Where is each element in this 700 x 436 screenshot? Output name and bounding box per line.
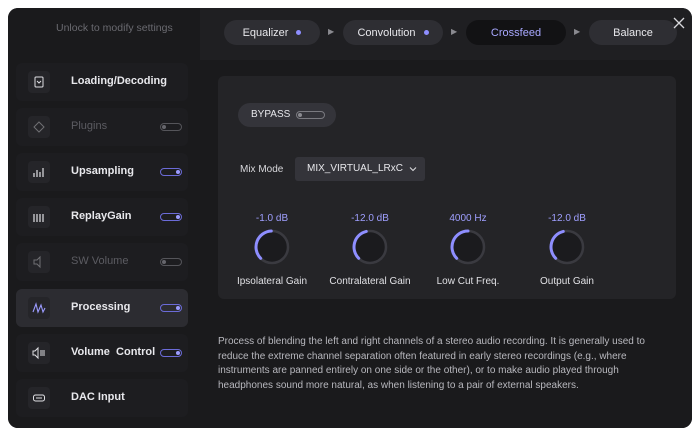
toggle-knob bbox=[162, 125, 166, 129]
tab-equalizer[interactable]: Equalizer bbox=[224, 20, 320, 45]
crossfeed-settings: BYPASS Mix Mode MIX_VIRTUAL_LRxC -1.0 dB… bbox=[200, 60, 692, 428]
knob-contralateral-gain[interactable]: -12.0 dB Contralateral Gain bbox=[320, 213, 420, 287]
plugins-toggle[interactable] bbox=[160, 123, 182, 131]
unlock-hint[interactable]: Unlock to modify settings bbox=[56, 22, 186, 35]
file-decode-icon bbox=[28, 71, 50, 93]
chevron-down-icon bbox=[409, 167, 417, 172]
sidebar-item-loading-decoding[interactable]: Loading/Decoding bbox=[16, 63, 188, 101]
tab-label: Equalizer bbox=[242, 26, 289, 39]
knob-label: Output Gain bbox=[540, 276, 594, 287]
knob-dial-icon bbox=[254, 229, 290, 265]
sidebar-item-label: DAC Input bbox=[71, 391, 125, 403]
knob-value: 4000 Hz bbox=[449, 213, 487, 224]
bypass-label: BYPASS bbox=[251, 109, 291, 120]
sidebar-item-label: Upsampling bbox=[71, 165, 134, 177]
pipeline-header: Equalizer ▶ Convolution ▶ Crossfeed ▶ Ba… bbox=[200, 8, 692, 60]
knob-output-gain[interactable]: -12.0 dB Output Gain bbox=[517, 213, 617, 287]
tab-label: Convolution bbox=[357, 26, 416, 39]
enabled-dot-icon bbox=[423, 30, 429, 35]
sidebar-item-label: ReplayGain bbox=[71, 210, 132, 222]
tab-convolution[interactable]: Convolution bbox=[343, 20, 443, 45]
arrow-right-icon: ▶ bbox=[451, 27, 458, 36]
sidebar-item-volume-control[interactable]: Volume Control bbox=[16, 334, 188, 372]
plugin-icon bbox=[28, 116, 50, 138]
knob-dial-icon bbox=[450, 229, 486, 265]
sidebar-item-label: Plugins bbox=[71, 120, 108, 132]
mix-mode-label: Mix Mode bbox=[240, 164, 284, 175]
upsampling-toggle[interactable] bbox=[160, 168, 182, 176]
knob-dial-icon bbox=[549, 229, 585, 265]
sidebar-item-label: Processing bbox=[71, 301, 131, 313]
crossfeed-panel: BYPASS Mix Mode MIX_VIRTUAL_LRxC -1.0 dB… bbox=[218, 76, 676, 299]
toggle-knob bbox=[176, 215, 180, 219]
sw-volume-toggle[interactable] bbox=[160, 258, 182, 266]
volume-control-toggle[interactable] bbox=[160, 349, 182, 357]
arrow-right-icon: ▶ bbox=[574, 27, 581, 36]
knob-ipsolateral-gain[interactable]: -1.0 dB Ipsolateral Gain bbox=[222, 213, 322, 287]
mix-mode-select[interactable]: MIX_VIRTUAL_LRxC bbox=[295, 157, 425, 181]
sidebar-item-label: Loading/Decoding bbox=[71, 75, 167, 87]
toggle-knob bbox=[298, 113, 302, 117]
toggle-knob bbox=[176, 351, 180, 355]
replaygain-toggle[interactable] bbox=[160, 213, 182, 221]
crossfeed-description: Process of blending the left and right c… bbox=[218, 336, 645, 391]
tab-balance[interactable]: Balance bbox=[589, 20, 677, 45]
sidebar-item-label: Volume Control bbox=[71, 346, 156, 358]
sidebar-item-sw-volume[interactable]: SW Volume bbox=[16, 243, 188, 281]
sidebar-item-upsampling[interactable]: Upsampling bbox=[16, 153, 188, 191]
knob-low-cut-freq[interactable]: 4000 Hz Low Cut Freq. bbox=[418, 213, 518, 287]
tab-label: Crossfeed bbox=[490, 26, 542, 39]
tab-label: Balance bbox=[613, 26, 653, 39]
knob-dial-icon bbox=[352, 229, 388, 265]
bypass-toggle[interactable] bbox=[296, 111, 325, 119]
speaker-icon bbox=[28, 251, 50, 273]
sidebar-item-label: SW Volume bbox=[71, 255, 129, 267]
sidebar-item-plugins[interactable]: Plugins bbox=[16, 108, 188, 146]
knob-value: -12.0 dB bbox=[548, 213, 586, 224]
sidebar-item-replaygain[interactable]: ReplayGain bbox=[16, 198, 188, 236]
processing-toggle[interactable] bbox=[160, 304, 182, 312]
knob-value: -12.0 dB bbox=[351, 213, 389, 224]
sidebar-item-processing[interactable]: Processing bbox=[16, 289, 188, 327]
dac-icon bbox=[28, 387, 50, 409]
sidebar: Unlock to modify settings Loading/Decodi… bbox=[8, 8, 200, 428]
tab-crossfeed[interactable]: Crossfeed bbox=[466, 20, 566, 45]
app-window: Unlock to modify settings Loading/Decodi… bbox=[8, 8, 692, 428]
enabled-dot-icon bbox=[296, 30, 302, 35]
arrow-right-icon: ▶ bbox=[328, 27, 335, 36]
toggle-knob bbox=[176, 170, 180, 174]
toggle-knob bbox=[176, 306, 180, 310]
bypass-button[interactable]: BYPASS bbox=[238, 103, 336, 127]
bars-icon bbox=[28, 206, 50, 228]
mix-mode-value: MIX_VIRTUAL_LRxC bbox=[307, 163, 403, 174]
knob-value: -1.0 dB bbox=[255, 213, 289, 224]
waveform-icon bbox=[28, 297, 50, 319]
close-icon[interactable] bbox=[672, 16, 686, 30]
sidebar-item-dac-input[interactable]: DAC Input bbox=[16, 379, 188, 417]
toggle-knob bbox=[162, 260, 166, 264]
volume-control-icon bbox=[28, 342, 50, 364]
upsampling-icon bbox=[28, 161, 50, 183]
